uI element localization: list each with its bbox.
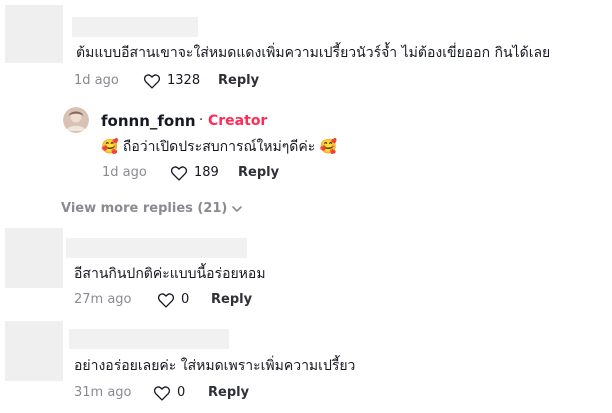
like-button[interactable]: 189 [170, 165, 219, 181]
heart-outline-icon [153, 386, 171, 401]
heart-outline-icon [170, 166, 188, 181]
comment-text: ต้มแบบอีสานเขาจะใส่หมดแดงเพิ่มความเปรี้ย… [76, 45, 551, 61]
comment-time: 27m ago [74, 292, 132, 307]
reply-text-line: 🥰 ถือว่าเปิดประสบการณ์ใหม่ๆดีค่ะ 🥰 [101, 138, 337, 156]
like-button[interactable]: 0 [157, 292, 189, 308]
comment-time: 1d ago [74, 73, 119, 88]
view-more-label: View more replies (21) [61, 201, 228, 216]
smiling-hearts-emoji-icon: 🥰 [101, 139, 119, 155]
like-button[interactable]: 1328 [143, 73, 200, 89]
heart-outline-icon [157, 293, 175, 308]
creator-avatar[interactable] [63, 107, 89, 133]
chevron-down-icon [232, 206, 243, 212]
like-count: 1328 [167, 73, 201, 88]
redacted-avatar [5, 321, 63, 381]
comment-text: อีสานกินปกติค่ะแบบนี้อร่อยหอม [74, 266, 266, 282]
reply-button[interactable]: Reply [238, 165, 279, 181]
like-button[interactable]: 0 [153, 385, 185, 401]
comment-text: อย่างอร่อยเลยค่ะ ใส่หมดเพราะเพิ่มความเปร… [74, 358, 356, 374]
like-count: 0 [181, 292, 190, 307]
like-count: 0 [177, 385, 186, 400]
smiling-hearts-emoji-icon: 🥰 [319, 139, 338, 155]
redacted-username [69, 329, 229, 349]
redacted-avatar [5, 5, 63, 63]
creator-username[interactable]: fonnn_fonn [101, 112, 196, 130]
creator-badge: Creator [208, 113, 268, 129]
reply-text: ถือว่าเปิดประสบการณ์ใหม่ๆดีค่ะ [122, 139, 316, 155]
reply-button[interactable]: Reply [218, 73, 259, 89]
comment-time: 31m ago [74, 385, 132, 400]
separator-dot: · [199, 113, 204, 128]
redacted-avatar [5, 228, 63, 288]
redacted-username [66, 238, 247, 258]
reply-button[interactable]: Reply [211, 292, 252, 308]
reply-button[interactable]: Reply [208, 385, 249, 401]
view-more-replies-button[interactable]: View more replies (21) [61, 201, 243, 217]
avatar-photo-icon [63, 107, 89, 133]
redacted-username [72, 17, 198, 37]
like-count: 189 [194, 165, 219, 180]
heart-outline-icon [143, 74, 161, 89]
reply-time: 1d ago [102, 165, 147, 180]
